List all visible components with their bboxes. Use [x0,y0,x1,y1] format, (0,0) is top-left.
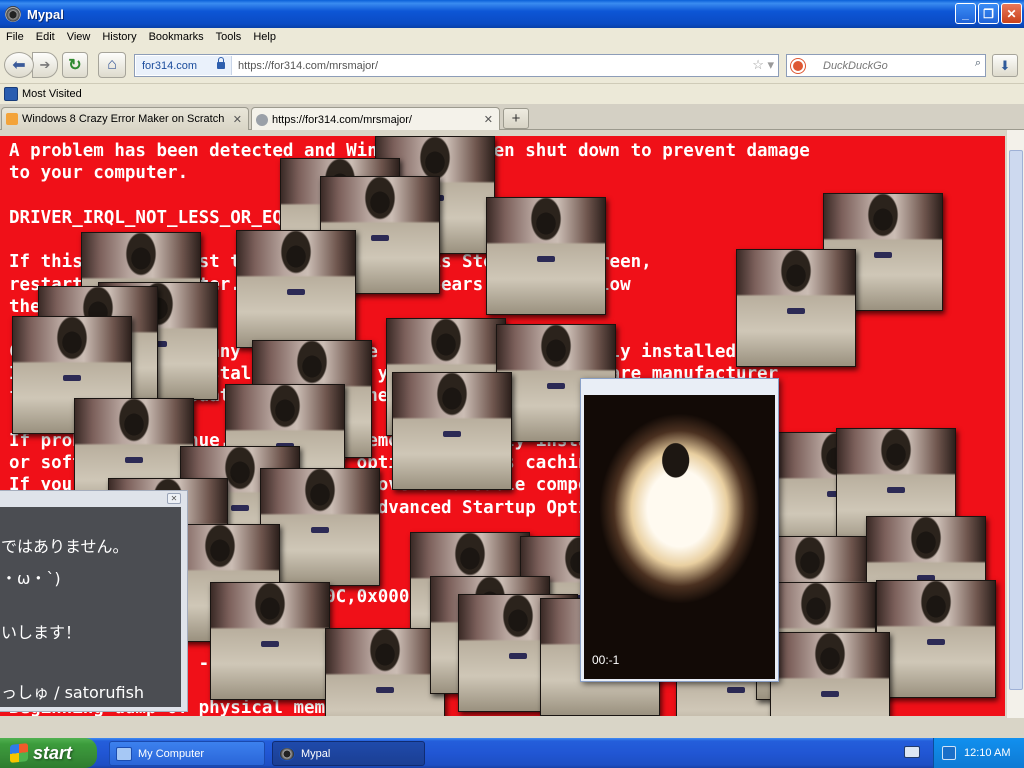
doll-image [236,230,356,348]
window-title-bar[interactable]: Mypal _ ❐ ✕ [0,0,1024,28]
menu-tools[interactable]: Tools [210,31,248,43]
page-content: A problem has been detected and Windows … [0,130,1024,738]
start-label: start [33,742,73,763]
search-placeholder: DuckDuckGo [823,59,888,72]
tab-close-icon[interactable]: ✕ [233,113,242,126]
site-identity-label: for314.com [142,59,198,72]
page-scrollbar[interactable] [1006,130,1024,718]
tab-scratch[interactable]: Windows 8 Crazy Error Maker on Scratch ✕ [1,107,249,130]
doll-image [486,197,606,315]
window-title: Mypal [27,6,64,22]
new-tab-button[interactable]: + [503,108,529,129]
scrollbar-thumb[interactable] [1009,150,1023,690]
menu-view[interactable]: View [61,31,97,43]
keyboard-icon[interactable] [904,746,920,758]
mypal-app-icon [5,6,21,22]
task-label: Mypal [301,747,331,760]
lock-icon [217,57,226,69]
search-icon[interactable]: ⌕ [975,57,981,70]
doll-image [392,372,512,490]
tab-label: Windows 8 Crazy Error Maker on Scratch [22,113,225,125]
video-popup[interactable]: 00:-1 [580,378,779,682]
tab-label: https://for314.com/mrsmajor/ [272,113,412,126]
url-text[interactable]: https://for314.com/mrsmajor/ [238,60,378,72]
bookmarks-toolbar: Most Visited [0,84,1024,104]
clock: 12:10 AM [964,747,1011,759]
dialog-close-icon[interactable]: ✕ [167,493,181,504]
video-player[interactable]: 00:-1 [584,395,775,679]
message-body: ではありません。 ・ω・`) いします！ っしゅ / satorufish [0,507,181,707]
mypal-icon [279,746,295,761]
desktop: Mypal _ ❐ ✕ File Edit View History Bookm… [0,0,1024,768]
search-box[interactable]: DuckDuckGo ⌕ [786,54,986,77]
scratch-favicon-icon [6,113,18,125]
tab-mrsmajor[interactable]: https://for314.com/mrsmajor/ ✕ [251,107,500,131]
downloads-button[interactable]: ⬇ [992,54,1018,77]
bookmark-star-icon[interactable]: ☆ ▾ [752,57,774,73]
globe-favicon-icon [256,113,268,126]
doll-image [325,628,445,716]
restore-button[interactable]: ❐ [978,3,999,24]
taskbar-item-mypal[interactable]: Mypal [272,741,425,766]
duckduckgo-icon[interactable] [791,58,805,73]
reload-button[interactable]: ↻ [62,52,88,78]
menu-history[interactable]: History [96,31,142,43]
video-time: 00:-1 [592,653,620,667]
tab-close-icon[interactable]: ✕ [484,113,493,126]
menu-file[interactable]: File [0,31,30,43]
message-line: ・ω・`) [1,569,61,588]
menu-bar: File Edit View History Bookmarks Tools H… [0,28,1024,46]
tab-strip: Windows 8 Crazy Error Maker on Scratch ✕… [0,104,1024,131]
close-button[interactable]: ✕ [1001,3,1022,24]
doll-image [770,632,890,716]
site-identity-button[interactable]: for314.com [136,56,233,75]
task-label: My Computer [138,747,205,760]
menu-help[interactable]: Help [247,31,282,43]
tray-network-icon[interactable] [942,746,956,760]
url-bar[interactable]: for314.com https://for314.com/mrsmajor/ … [134,54,779,77]
menu-edit[interactable]: Edit [30,31,61,43]
forward-button[interactable]: ➔ [32,52,58,78]
doll-image [736,249,856,367]
system-tray: 12:10 AM [933,738,1024,768]
back-button[interactable]: ⬅ [4,52,34,78]
taskbar-item-my-computer[interactable]: My Computer [109,741,265,766]
message-line: っしゅ / satorufish [1,683,145,702]
most-visited-bookmark[interactable]: Most Visited [22,88,82,100]
start-button[interactable]: start [0,738,97,768]
navigation-toolbar: ➔ ⬅ ↻ ⌂ for314.com https://for314.com/mr… [0,46,1024,84]
taskbar: start My Computer Mypal 12:10 AM [0,738,1024,768]
doll-image [210,582,330,700]
minimize-button[interactable]: _ [955,3,976,24]
computer-icon [116,746,132,761]
message-line: いします！ [1,623,82,642]
doll-image [876,580,996,698]
menu-bookmarks[interactable]: Bookmarks [143,31,210,43]
windows-flag-icon [10,743,28,763]
bookmark-folder-icon [4,87,18,101]
message-line: ではありません。 [1,537,129,556]
home-button[interactable]: ⌂ [98,52,126,78]
message-dialog[interactable]: ✕ ではありません。 ・ω・`) いします！ っしゅ / satorufish [0,490,188,712]
